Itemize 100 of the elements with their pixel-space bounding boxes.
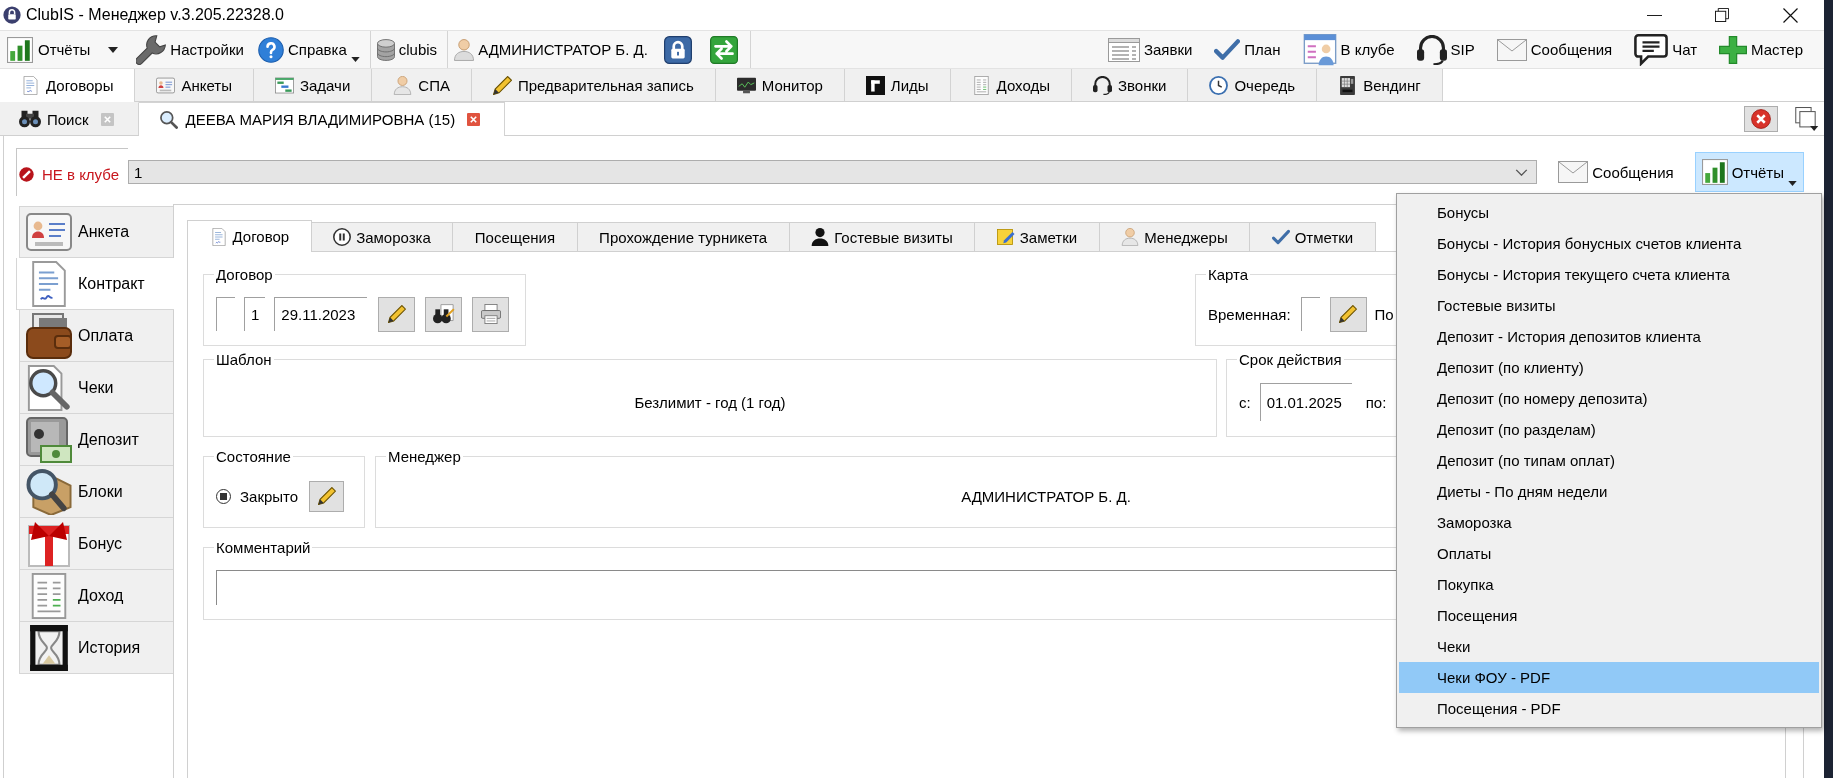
module-tab[interactable]: Очередь <box>1188 69 1318 101</box>
module-tab[interactable]: Договоры <box>0 69 136 102</box>
module-tab[interactable]: СПА <box>372 69 472 101</box>
contract-tab[interactable]: Менеджеры <box>1098 222 1251 251</box>
toolbar-button[interactable]: Отчёты <box>1694 152 1804 192</box>
module-tab[interactable]: Звонки <box>1072 69 1189 101</box>
nav-item[interactable]: Чеки <box>19 362 173 414</box>
menu-item[interactable]: Гостевые визиты <box>1399 290 1819 321</box>
checkmark-icon <box>1271 228 1290 246</box>
toolbar-button[interactable]: АДМИНИСТРАТОР Б. Д. <box>450 32 652 67</box>
toolbar-button[interactable]: Справка <box>253 32 364 67</box>
person-card-icon <box>1302 33 1337 66</box>
nav-item[interactable]: Депозит <box>19 414 173 466</box>
toolbar-button[interactable]: Заявки <box>1103 32 1197 67</box>
group-title: Состояние <box>215 448 292 465</box>
menu-item[interactable]: Заморозка <box>1399 507 1819 538</box>
module-tab[interactable]: Доходы <box>950 69 1072 101</box>
toolbar-button[interactable]: Мастер <box>1715 32 1807 67</box>
search-button[interactable] <box>425 296 463 332</box>
menu-item[interactable]: Диеты - По дням недели <box>1399 476 1819 507</box>
database-icon <box>376 38 395 61</box>
menu-item[interactable]: Бонусы <box>1399 197 1819 228</box>
contract-tab[interactable]: Посещения <box>452 222 578 251</box>
menu-item[interactable]: Чеки ФОУ - PDF <box>1399 662 1819 693</box>
lock-icon <box>663 35 692 64</box>
menu-item[interactable]: Посещения - PDF <box>1399 693 1819 724</box>
input-field[interactable]: 29.11.2023 <box>274 297 368 331</box>
group-title: Менеджер <box>387 448 462 465</box>
list-document-icon <box>1107 37 1140 62</box>
bar-chart-icon <box>1701 159 1728 185</box>
nav-item[interactable]: Доход <box>19 570 173 622</box>
menu-item[interactable]: Депозит (по разделам) <box>1399 414 1819 445</box>
menu-item[interactable]: Посещения <box>1399 600 1819 631</box>
print-button[interactable] <box>472 296 510 332</box>
menu-item[interactable]: Депозит (по клиенту) <box>1399 352 1819 383</box>
nav-item[interactable]: История <box>19 622 173 674</box>
module-tab[interactable]: Монитор <box>715 69 845 101</box>
contract-tab[interactable]: Договор <box>187 220 312 252</box>
module-tab[interactable]: Анкеты <box>135 69 254 101</box>
menu-item[interactable]: Чеки <box>1399 631 1819 662</box>
manager-name: АДМИНИСТРАТОР Б. Д. <box>961 487 1131 505</box>
radio-button[interactable] <box>216 488 231 504</box>
document-tab[interactable]: ДЕЕВА МАРИЯ ВЛАДИМИРОВНА (15) <box>138 102 506 136</box>
module-tab[interactable]: Задачи <box>253 69 373 101</box>
tile-icon <box>865 75 885 95</box>
group-title: Срок действия <box>1238 351 1343 368</box>
document-tab[interactable]: Поиск <box>0 102 139 135</box>
id-card-icon <box>156 75 176 95</box>
contract-tab[interactable]: Заморозка <box>310 222 454 251</box>
toolbar-button[interactable]: В клубе <box>1298 32 1399 67</box>
box-with-magnifier-icon <box>26 468 72 515</box>
toolbar-button[interactable]: План <box>1210 32 1285 67</box>
toolbar-button[interactable]: Сообщения <box>1551 152 1681 192</box>
contract-tab[interactable]: Прохождение турникета <box>576 222 790 251</box>
nav-item[interactable]: Анкета <box>19 206 173 258</box>
edit-button[interactable] <box>309 480 345 512</box>
menu-item[interactable]: Покупка <box>1399 569 1819 600</box>
module-tab[interactable]: Предварительная запись <box>471 69 716 101</box>
toolbar-button[interactable]: SIP <box>1412 32 1479 67</box>
toolbar-button[interactable]: Отчёты <box>2 32 95 67</box>
window-menu-button[interactable] <box>1793 104 1821 133</box>
toolbar-button[interactable]: Сообщения <box>1492 32 1617 67</box>
client-combobox[interactable]: 1 <box>128 160 1538 184</box>
nav-item[interactable]: Контракт <box>16 258 174 310</box>
window-title: ClubIS - Менеджер v.3.205.22328.0 <box>26 6 284 24</box>
envelope-icon <box>1496 38 1527 61</box>
caret-icon <box>1788 181 1797 186</box>
wrench-icon <box>136 34 167 65</box>
field-label: по: <box>1365 393 1387 411</box>
module-tab[interactable]: Вендинг <box>1317 69 1443 101</box>
nav-item[interactable]: Блоки <box>19 466 173 518</box>
close-icon <box>1751 108 1771 129</box>
date-field[interactable]: 01.01.2025 <box>1259 383 1352 421</box>
menu-item[interactable]: Депозит - История депозитов клиента <box>1399 321 1819 352</box>
close-button[interactable] <box>1744 105 1778 132</box>
toolbar-button[interactable]: Чат <box>1630 32 1702 67</box>
magnifier-icon <box>157 110 180 129</box>
menu-item[interactable]: Депозит (по номеру депозита) <box>1399 383 1819 414</box>
menu-item[interactable]: Оплаты <box>1399 538 1819 569</box>
toolbar-button[interactable]: Настройки <box>132 32 248 67</box>
person-icon <box>1121 228 1140 246</box>
nav-item[interactable]: Оплата <box>19 310 173 362</box>
edit-button[interactable] <box>378 296 416 332</box>
contract-tab[interactable]: Гостевые визиты <box>788 222 976 251</box>
menu-item[interactable]: Депозит (по типам оплат) <box>1399 445 1819 476</box>
menu-item[interactable]: Бонусы - История бонусных счетов клиента <box>1399 228 1819 259</box>
edit-button[interactable] <box>1329 296 1367 332</box>
toolbar-button[interactable]: clubis <box>372 32 442 67</box>
vending-machine-icon <box>1338 75 1358 95</box>
template-value: Безлимит - год (1 год) <box>634 393 786 411</box>
chat-bubble-icon <box>1634 33 1669 66</box>
input-field[interactable]: 1 <box>244 297 266 331</box>
nav-item[interactable]: Бонус <box>19 518 173 570</box>
menu-item[interactable]: Бонусы - История текущего счета клиента <box>1399 259 1819 290</box>
close-icon[interactable] <box>467 113 481 126</box>
pause-icon <box>333 228 352 246</box>
restore-icon <box>1715 8 1729 22</box>
module-tab[interactable]: Лиды <box>844 69 951 101</box>
contract-tab[interactable]: Заметки <box>974 222 1100 251</box>
contract-tab[interactable]: Отметки <box>1249 222 1376 251</box>
